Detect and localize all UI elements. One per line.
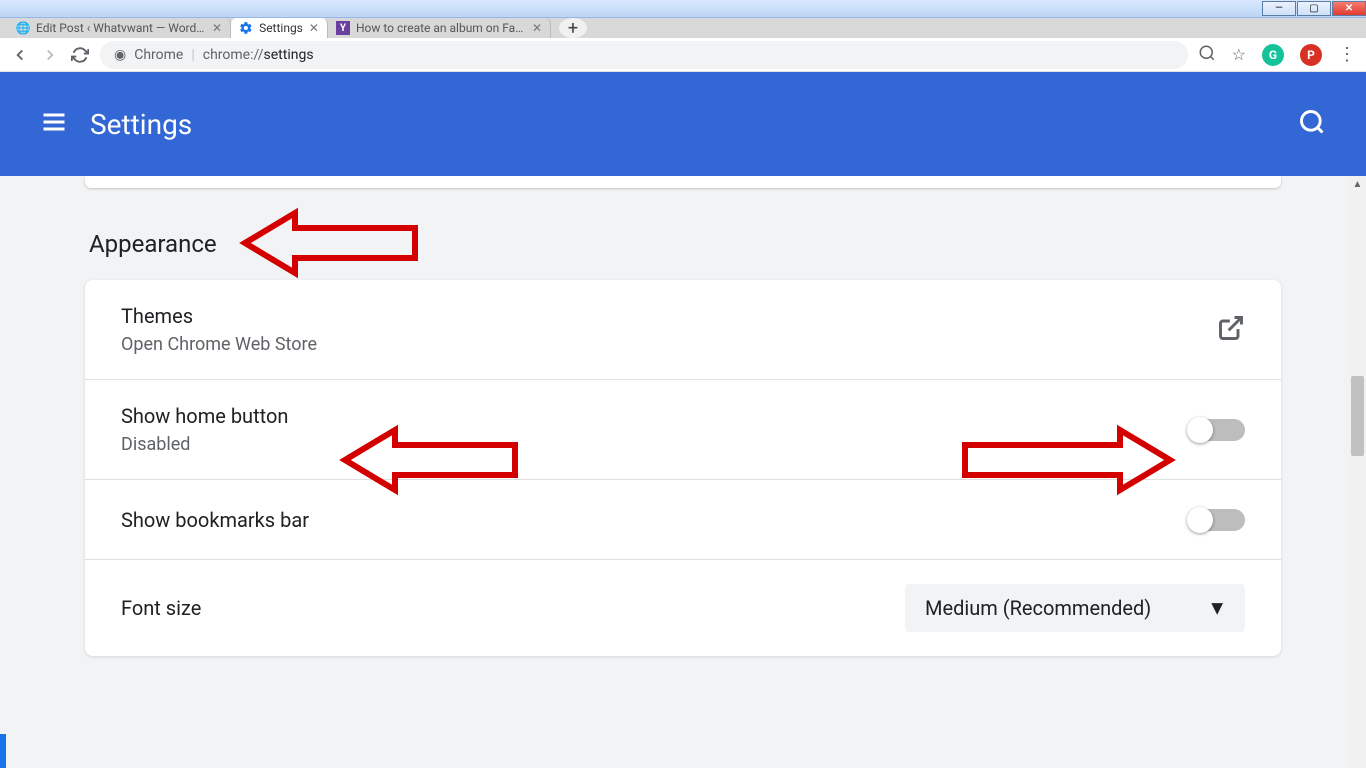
annotation-arrow-appearance [235, 198, 455, 288]
back-button[interactable] [10, 45, 30, 65]
hamburger-menu-button[interactable] [40, 108, 68, 140]
yoast-icon: Y [336, 21, 350, 35]
tab-wordpress[interactable]: 🌐 Edit Post ‹ Whatvwant — WordP… ✕ [8, 18, 231, 38]
gear-icon [239, 21, 253, 35]
chevron-down-icon: ▼ [1207, 596, 1227, 621]
window-maximize-button[interactable]: ▢ [1297, 1, 1331, 16]
tab-label: How to create an album on Face… [356, 21, 526, 35]
page-title: Settings [90, 108, 192, 141]
profile-avatar[interactable]: P [1300, 44, 1322, 66]
tab-strip: 🌐 Edit Post ‹ Whatvwant — WordP… ✕ Setti… [0, 18, 1366, 38]
url-text: chrome://settings [203, 47, 314, 63]
zoom-icon[interactable] [1198, 44, 1216, 66]
close-icon[interactable]: ✕ [309, 21, 319, 35]
scroll-up-arrow[interactable]: ▲ [1349, 176, 1366, 193]
tab-label: Settings [259, 21, 303, 35]
tab-facebook-howto[interactable]: Y How to create an album on Face… ✕ [328, 18, 551, 38]
window-minimize-button[interactable]: — [1262, 1, 1296, 16]
reload-button[interactable] [70, 45, 90, 65]
globe-icon: 🌐 [16, 21, 30, 35]
select-value: Medium (Recommended) [925, 596, 1151, 620]
tab-label: Edit Post ‹ Whatvwant — WordP… [36, 21, 206, 35]
chrome-menu-button[interactable]: ⋮ [1338, 44, 1356, 65]
previous-card-bottom [85, 176, 1281, 188]
row-title: Font size [121, 596, 201, 620]
row-title: Show bookmarks bar [121, 508, 309, 532]
annotation-arrow-home-label [335, 415, 525, 505]
close-icon[interactable]: ✕ [212, 21, 222, 35]
row-font-size: Font size Medium (Recommended) ▼ [85, 560, 1281, 656]
grammarly-extension-icon[interactable]: G [1262, 44, 1284, 66]
browser-toolbar: ◉ Chrome | chrome://settings ☆ G P ⋮ [0, 38, 1366, 72]
annotation-arrow-home-toggle [955, 420, 1180, 500]
chrome-icon: ◉ [114, 47, 126, 63]
row-title: Themes [121, 304, 317, 328]
window-close-button[interactable]: ✕ [1332, 1, 1366, 16]
toolbar-actions: ☆ G P ⋮ [1198, 44, 1356, 66]
row-themes[interactable]: Themes Open Chrome Web Store [85, 280, 1281, 380]
new-tab-button[interactable]: + [559, 18, 587, 38]
search-button[interactable] [1298, 108, 1326, 140]
external-link-icon [1217, 314, 1245, 346]
vertical-scrollbar[interactable]: ▲ [1349, 176, 1366, 768]
toggle-knob [1187, 417, 1213, 443]
bookmarks-bar-toggle[interactable] [1189, 509, 1245, 531]
font-size-select[interactable]: Medium (Recommended) ▼ [905, 584, 1245, 632]
settings-header: Settings [0, 72, 1366, 176]
scroll-thumb[interactable] [1351, 376, 1364, 456]
window-titlebar: — ▢ ✕ [0, 0, 1366, 18]
tab-settings[interactable]: Settings ✕ [231, 18, 328, 38]
toggle-knob [1187, 507, 1213, 533]
home-button-toggle[interactable] [1189, 419, 1245, 441]
taskbar-stub [0, 734, 6, 768]
row-subtitle: Disabled [121, 434, 288, 455]
url-scheme-label: Chrome [134, 47, 183, 63]
forward-button[interactable] [40, 45, 60, 65]
address-bar[interactable]: ◉ Chrome | chrome://settings [100, 41, 1188, 69]
bookmark-star-icon[interactable]: ☆ [1232, 45, 1246, 64]
row-subtitle: Open Chrome Web Store [121, 334, 317, 355]
row-title: Show home button [121, 404, 288, 428]
close-icon[interactable]: ✕ [532, 21, 542, 35]
